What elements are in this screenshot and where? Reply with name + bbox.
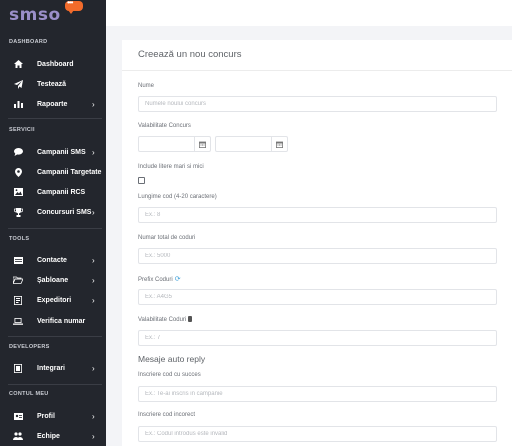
sidebar-divider <box>8 118 102 119</box>
sidebar-item-testeaza[interactable]: Testează <box>0 76 106 92</box>
numar-coduri-label: Numar total de coduri <box>138 235 196 241</box>
sender-id-icon <box>13 295 23 305</box>
end-date-picker[interactable] <box>215 136 288 153</box>
profile-card-icon <box>13 411 23 421</box>
chevron-right-icon: › <box>92 363 95 373</box>
succes-message-input[interactable] <box>138 386 497 402</box>
home-icon <box>13 59 23 69</box>
sidebar-item-sabloane[interactable]: Șabloane › <box>0 272 106 288</box>
trophy-icon <box>13 207 23 217</box>
address-card-icon <box>13 255 23 265</box>
calendar-icon[interactable] <box>271 137 287 151</box>
chevron-right-icon: › <box>92 431 95 441</box>
map-pin-icon <box>13 167 23 177</box>
auto-reply-heading: Mesaje auto reply <box>138 354 206 364</box>
prefix-coduri-label: Prefix Coduri ⟳ <box>138 276 181 283</box>
succes-label: Inscriere cod cu succes <box>138 372 201 378</box>
card-title: Creează un nou concurs <box>138 49 242 60</box>
paper-plane-icon <box>13 79 23 89</box>
valabilitate-coduri-label: Valabilitate Coduri <box>138 316 193 323</box>
integration-icon <box>13 363 23 373</box>
chevron-right-icon: › <box>92 411 95 421</box>
prefix-coduri-input[interactable] <box>138 289 497 305</box>
valabilitate-concurs-label: Valabilitate Concurs <box>138 123 191 129</box>
sidebar-item-profil[interactable]: Profil › <box>0 408 106 424</box>
section-title-developers: DEVELOPERS <box>9 344 50 350</box>
sidebar: smso DASHBOARD Dashboard Testează Rapoar… <box>0 0 106 446</box>
sidebar-item-campanii-rcs[interactable]: Campanii RCS <box>0 184 106 200</box>
sidebar-item-rapoarte[interactable]: Rapoarte › <box>0 96 106 112</box>
nume-label: Nume <box>138 83 155 89</box>
valabilitate-coduri-input[interactable] <box>138 330 497 346</box>
team-icon <box>13 431 23 441</box>
info-icon[interactable] <box>188 316 193 322</box>
include-case-label: Include litere mari si mici <box>138 164 204 170</box>
start-date-input[interactable] <box>139 138 195 153</box>
chevron-right-icon: › <box>92 295 95 305</box>
section-title-servicii: SERVICII <box>9 127 35 133</box>
section-title-dashboard: DASHBOARD <box>9 39 48 45</box>
folder-open-icon <box>13 275 23 285</box>
chat-bubble-badge-icon <box>65 0 83 14</box>
sidebar-item-dashboard[interactable]: Dashboard <box>0 56 106 72</box>
section-title-contul-meu: CONTUL MEU <box>9 391 49 397</box>
bar-chart-icon <box>13 99 23 109</box>
sidebar-item-echipe[interactable]: Echipe › <box>0 428 106 444</box>
sidebar-item-expeditori[interactable]: Expeditori › <box>0 292 106 308</box>
create-contest-card: Creează un nou concurs Nume Valabilitate… <box>122 40 512 446</box>
sidebar-divider <box>8 384 102 385</box>
top-bar <box>106 0 512 26</box>
chat-bubble-icon <box>13 147 23 157</box>
sidebar-item-contacte[interactable]: Contacte › <box>0 252 106 268</box>
lungime-cod-label: Lungime cod (4-20 caractere) <box>138 194 217 200</box>
sidebar-item-campanii-targetate[interactable]: Campanii Targetate <box>0 164 106 180</box>
incorect-label: Inscriere cod incorect <box>138 412 196 418</box>
calendar-icon[interactable] <box>194 137 210 151</box>
end-date-input[interactable] <box>216 138 272 153</box>
chevron-right-icon: › <box>92 255 95 265</box>
chevron-right-icon: › <box>92 147 95 157</box>
sidebar-divider <box>8 336 102 337</box>
numar-coduri-input[interactable] <box>138 248 497 264</box>
laptop-icon <box>13 316 23 326</box>
nume-input[interactable] <box>138 96 497 112</box>
chevron-right-icon: › <box>92 99 95 109</box>
sidebar-item-campanii-sms[interactable]: Campanii SMS › <box>0 144 106 160</box>
start-date-picker[interactable] <box>138 136 211 153</box>
sidebar-divider <box>8 228 102 229</box>
incorect-message-input[interactable] <box>138 426 497 442</box>
sidebar-item-concursuri-sms[interactable]: Concursuri SMS › <box>0 204 106 220</box>
chevron-right-icon: › <box>92 275 95 285</box>
lungime-cod-input[interactable] <box>138 207 497 223</box>
card-divider <box>122 70 512 71</box>
image-icon <box>13 187 23 197</box>
include-case-checkbox[interactable] <box>138 177 145 184</box>
sidebar-item-verifica-numar[interactable]: Verifica numar <box>0 313 106 329</box>
refresh-icon[interactable]: ⟳ <box>175 276 181 283</box>
section-title-tools: TOOLS <box>9 236 30 242</box>
chevron-right-icon: › <box>92 207 95 217</box>
sidebar-item-integrari[interactable]: Integrari › <box>0 360 106 376</box>
smso-logo[interactable]: smso <box>9 0 83 25</box>
